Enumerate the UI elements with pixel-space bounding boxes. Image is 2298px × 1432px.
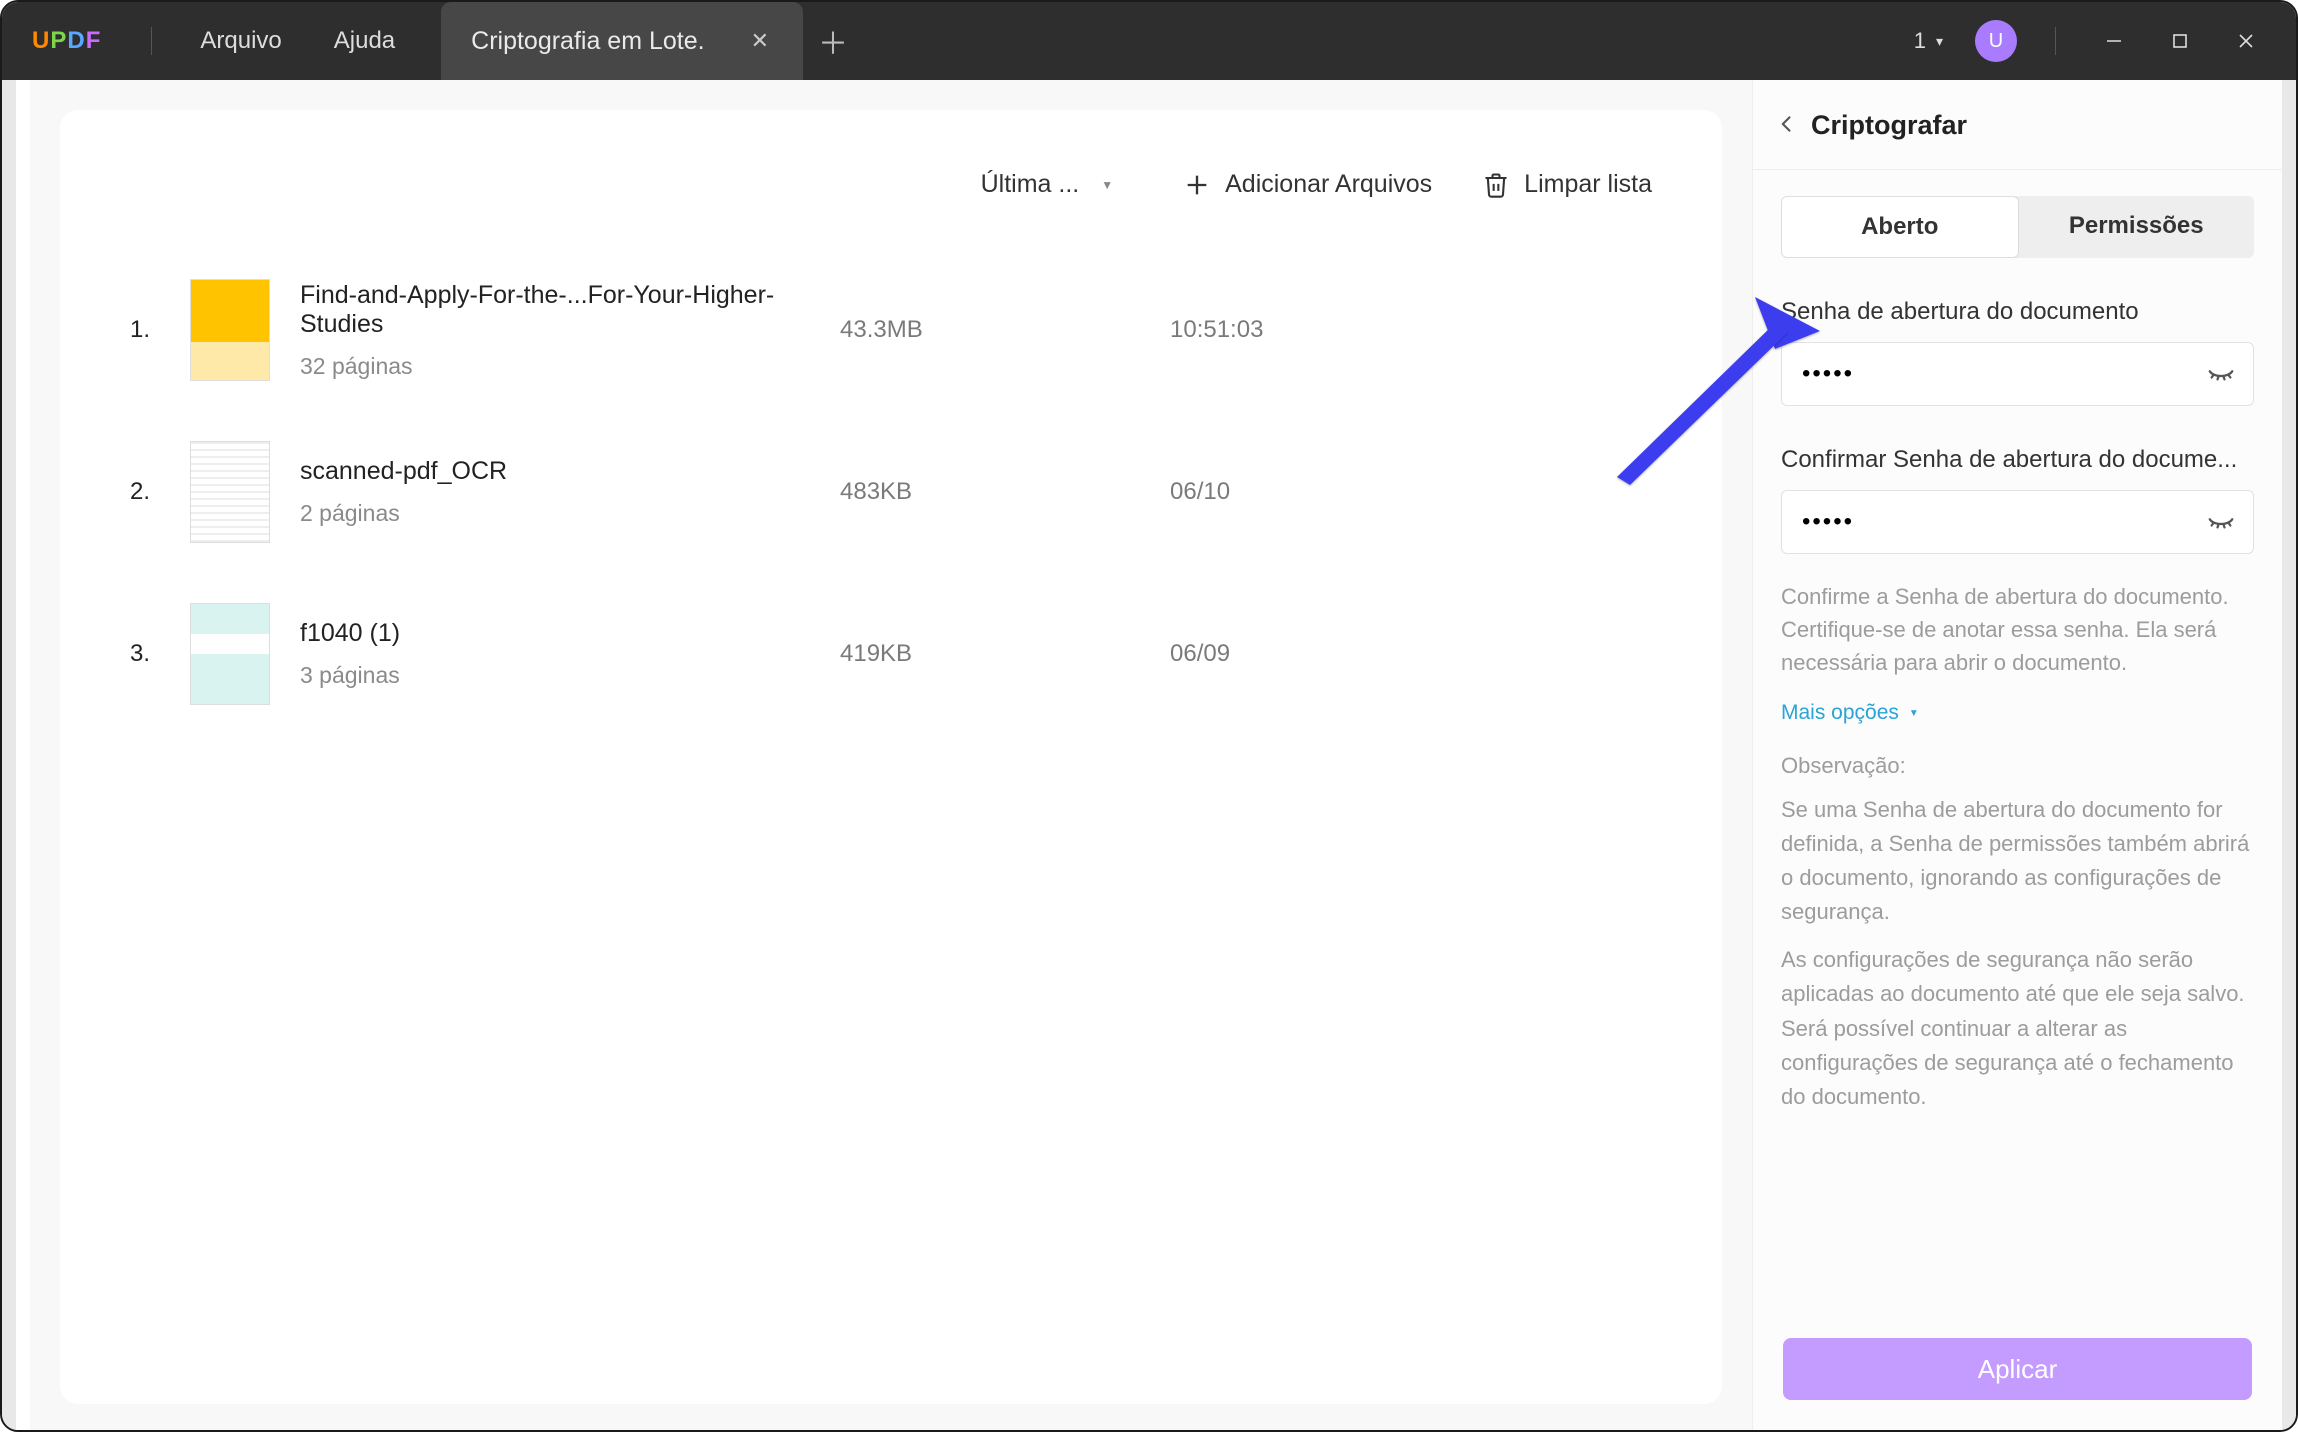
avatar-initial: U (1989, 30, 2003, 53)
confirm-password-hint: Confirme a Senha de abertura do document… (1781, 580, 2254, 679)
file-pages: 32 páginas (300, 353, 840, 380)
eye-closed-icon (2206, 508, 2236, 538)
add-files-label: Adicionar Arquivos (1225, 170, 1432, 199)
title-bar: U P D F Arquivo Ajuda Criptografia em Lo… (2, 2, 2296, 80)
chevron-down-icon: ▼ (1909, 708, 1919, 719)
eye-closed-icon (2206, 360, 2236, 390)
chevron-left-icon (1777, 114, 1797, 134)
logo-letter-u: U (32, 27, 50, 55)
new-tab-button[interactable]: ＋ (803, 19, 863, 63)
sort-dropdown[interactable]: Última ... ▼ (981, 170, 1134, 199)
file-index: 2. (130, 478, 190, 506)
sort-label: Última ... (981, 170, 1080, 199)
file-size: 43.3MB (840, 316, 1170, 344)
tab-permissions[interactable]: Permissões (2019, 196, 2255, 258)
tab-close-icon[interactable]: ✕ (747, 24, 773, 58)
back-button[interactable] (1777, 110, 1797, 141)
more-options-toggle[interactable]: Mais opções ▼ (1781, 701, 2254, 725)
app-logo: U P D F (32, 27, 101, 55)
reveal-password-button[interactable] (2206, 360, 2236, 395)
window-minimize-button[interactable] (2084, 19, 2144, 63)
confirm-password-label: Confirmar Senha de abertura do docume... (1781, 446, 2254, 474)
file-size: 419KB (840, 640, 1170, 668)
chevron-down-icon: ▾ (1936, 33, 1943, 50)
file-thumbnail (190, 603, 270, 705)
confirm-password-field-wrap (1781, 490, 2254, 554)
file-time: 06/09 (1170, 640, 1230, 668)
content-area: Última ... ▼ Adicionar Arquivos Limpar l… (30, 80, 1752, 1432)
window-count-dropdown[interactable]: 1 ▾ (1898, 22, 1959, 60)
file-thumbnail (190, 279, 270, 381)
titlebar-separator (2055, 27, 2056, 55)
annotation-arrow-icon (1600, 297, 1820, 487)
file-name: scanned-pdf_OCR (300, 457, 840, 486)
chevron-down-icon: ▼ (1101, 178, 1113, 192)
panel-footer: Aplicar (1753, 1318, 2282, 1432)
panel-title: Criptografar (1811, 110, 1967, 141)
add-files-button[interactable]: Adicionar Arquivos (1183, 170, 1432, 199)
file-pages: 2 páginas (300, 500, 840, 527)
file-toolbar: Última ... ▼ Adicionar Arquivos Limpar l… (110, 130, 1702, 239)
file-meta: f1040 (1) 3 páginas (300, 619, 840, 689)
clear-list-label: Limpar lista (1524, 170, 1652, 199)
open-password-field-wrap (1781, 342, 2254, 406)
right-gutter (2282, 80, 2296, 1432)
app-window: U P D F Arquivo Ajuda Criptografia em Lo… (0, 0, 2298, 1432)
menu-file[interactable]: Arquivo (174, 27, 307, 55)
tab-open[interactable]: Aberto (1781, 196, 2019, 258)
panel-header: Criptografar (1753, 80, 2282, 170)
file-meta: scanned-pdf_OCR 2 páginas (300, 457, 840, 527)
logo-letter-p: P (50, 27, 67, 55)
file-row[interactable]: 1. Find-and-Apply-For-the-...For-Your-Hi… (110, 249, 1702, 411)
window-close-button[interactable] (2216, 19, 2276, 63)
apply-button[interactable]: Aplicar (1783, 1338, 2252, 1400)
window-count-value: 1 (1914, 28, 1926, 54)
user-avatar[interactable]: U (1975, 20, 2017, 62)
file-meta: Find-and-Apply-For-the-...For-Your-Highe… (300, 281, 840, 380)
observation-text-1: Se uma Senha de abertura do documento fo… (1781, 793, 2254, 929)
titlebar-right: 1 ▾ U (1898, 19, 2296, 63)
file-time: 06/10 (1170, 478, 1230, 506)
app-body: Última ... ▼ Adicionar Arquivos Limpar l… (2, 80, 2296, 1432)
file-pages: 3 páginas (300, 662, 840, 689)
file-index: 3. (130, 640, 190, 668)
file-name: f1040 (1) (300, 619, 840, 648)
plus-icon (1183, 171, 1211, 199)
file-row[interactable]: 3. f1040 (1) 3 páginas 419KB 06/09 (110, 573, 1702, 735)
encrypt-panel: Criptografar Aberto Permissões Senha de … (1752, 80, 2282, 1432)
file-index: 1. (130, 316, 190, 344)
trash-icon (1482, 171, 1510, 199)
logo-letter-d: D (67, 27, 85, 55)
tab-label: Criptografia em Lote. (471, 27, 704, 56)
confirm-password-input[interactable] (1781, 490, 2254, 554)
file-thumbnail (190, 441, 270, 543)
window-maximize-button[interactable] (2150, 19, 2210, 63)
open-password-label: Senha de abertura do documento (1781, 298, 2254, 326)
left-gutter (2, 80, 16, 1432)
observation-text-2: As configurações de segurança não serão … (1781, 943, 2254, 1113)
file-time: 10:51:03 (1170, 316, 1263, 344)
titlebar-separator (151, 27, 152, 55)
file-name: Find-and-Apply-For-the-...For-Your-Highe… (300, 281, 840, 339)
open-password-input[interactable] (1781, 342, 2254, 406)
clear-list-button[interactable]: Limpar lista (1482, 170, 1652, 199)
file-list-card: Última ... ▼ Adicionar Arquivos Limpar l… (60, 110, 1722, 1404)
panel-body: Aberto Permissões Senha de abertura do d… (1753, 170, 2282, 1318)
reveal-password-button[interactable] (2206, 508, 2236, 543)
left-rail (16, 80, 30, 1432)
logo-letter-f: F (86, 27, 102, 55)
observation-title: Observação: (1781, 753, 2254, 779)
more-options-label: Mais opções (1781, 701, 1899, 725)
file-size: 483KB (840, 478, 1170, 506)
file-row[interactable]: 2. scanned-pdf_OCR 2 páginas 483KB 06/10 (110, 411, 1702, 573)
tab-batch-encrypt[interactable]: Criptografia em Lote. ✕ (441, 2, 803, 80)
file-list: 1. Find-and-Apply-For-the-...For-Your-Hi… (110, 249, 1702, 735)
mode-segmented: Aberto Permissões (1781, 196, 2254, 258)
menu-help[interactable]: Ajuda (308, 27, 421, 55)
